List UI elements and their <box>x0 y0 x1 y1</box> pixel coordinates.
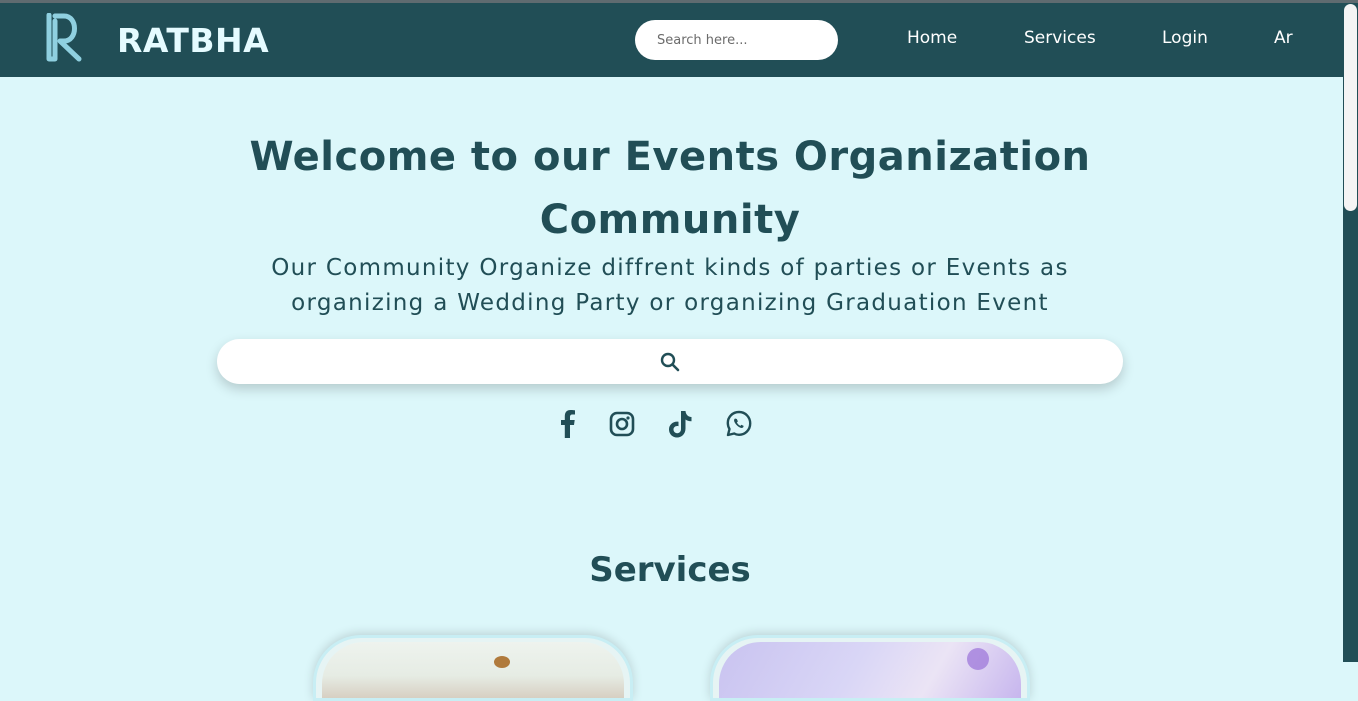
nav-link-home[interactable]: Home <box>907 28 957 48</box>
instagram-icon[interactable] <box>608 409 636 439</box>
facebook-icon[interactable] <box>554 409 582 439</box>
tiktok-icon[interactable] <box>666 409 694 439</box>
brand-name[interactable]: RATBHA <box>117 21 269 60</box>
navbar: RATBHA Home Services Login Ar <box>0 3 1343 77</box>
nav-link-login[interactable]: Login <box>1162 28 1208 48</box>
hero-search-bar[interactable] <box>217 339 1123 386</box>
service-card[interactable] <box>313 635 633 701</box>
logo-icon[interactable] <box>45 13 87 63</box>
whatsapp-icon[interactable] <box>725 409 753 439</box>
hero-title: Welcome to our Events Organization Commu… <box>249 134 1091 243</box>
nav-search[interactable] <box>635 20 838 60</box>
nav-search-input[interactable] <box>655 31 824 49</box>
service-card-image <box>322 642 624 698</box>
nav-link-language[interactable]: Ar <box>1274 28 1293 48</box>
service-card-image <box>719 642 1021 698</box>
search-icon[interactable] <box>660 352 680 372</box>
nav-link-services[interactable]: Services <box>1024 28 1096 48</box>
service-card[interactable] <box>710 635 1030 701</box>
hero-subtitle: Our Community Organize diffrent kinds of… <box>271 255 1069 316</box>
scrollbar-thumb[interactable] <box>1344 4 1357 211</box>
services-section-title: Services <box>589 550 751 590</box>
